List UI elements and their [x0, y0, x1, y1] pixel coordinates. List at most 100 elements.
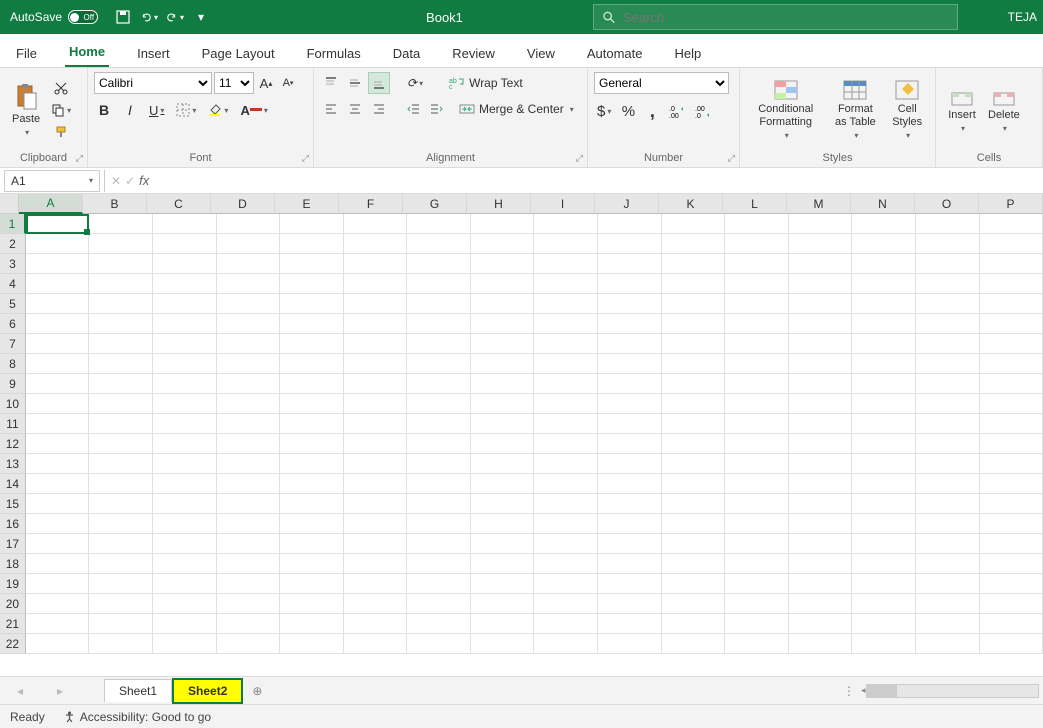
cell[interactable]: [980, 234, 1043, 254]
cell[interactable]: [662, 574, 726, 594]
tab-review[interactable]: Review: [448, 38, 499, 67]
decrease-indent-button[interactable]: [404, 99, 424, 119]
cell[interactable]: [980, 594, 1043, 614]
cell[interactable]: [662, 314, 726, 334]
cell[interactable]: [471, 294, 535, 314]
cell[interactable]: [89, 414, 153, 434]
cell[interactable]: [471, 494, 535, 514]
cell[interactable]: [534, 294, 598, 314]
sheet-nav-prev-icon[interactable]: ◂: [17, 684, 23, 698]
cell[interactable]: [725, 554, 789, 574]
cell[interactable]: [280, 294, 344, 314]
cell[interactable]: [471, 514, 535, 534]
row-header[interactable]: 1: [0, 214, 26, 234]
cell[interactable]: [153, 494, 217, 514]
row-header[interactable]: 18: [0, 554, 26, 574]
cell[interactable]: [89, 214, 153, 234]
cell[interactable]: [916, 494, 980, 514]
cell[interactable]: [26, 554, 90, 574]
cell[interactable]: [217, 414, 281, 434]
cell[interactable]: [217, 254, 281, 274]
increase-indent-button[interactable]: [426, 99, 446, 119]
cell[interactable]: [534, 554, 598, 574]
cell[interactable]: [598, 414, 662, 434]
cell[interactable]: [534, 494, 598, 514]
cell[interactable]: [980, 374, 1043, 394]
cell[interactable]: [980, 454, 1043, 474]
cell[interactable]: [725, 314, 789, 334]
cell[interactable]: [89, 514, 153, 534]
cell[interactable]: [916, 234, 980, 254]
cell[interactable]: [217, 374, 281, 394]
cell[interactable]: [725, 474, 789, 494]
cell[interactable]: [852, 454, 916, 474]
cell[interactable]: [471, 534, 535, 554]
row-header[interactable]: 11: [0, 414, 26, 434]
row-header[interactable]: 9: [0, 374, 26, 394]
row-header[interactable]: 5: [0, 294, 26, 314]
cell[interactable]: [789, 574, 853, 594]
row-header[interactable]: 12: [0, 434, 26, 454]
cell[interactable]: [217, 214, 281, 234]
format-as-table-button[interactable]: Format as Table▾: [825, 77, 885, 143]
cell[interactable]: [344, 514, 408, 534]
cell[interactable]: [662, 514, 726, 534]
cell[interactable]: [471, 634, 535, 654]
cell[interactable]: [471, 234, 535, 254]
cell[interactable]: [662, 434, 726, 454]
cell[interactable]: [153, 434, 217, 454]
cell[interactable]: [217, 234, 281, 254]
cell[interactable]: [217, 494, 281, 514]
cell[interactable]: [26, 454, 90, 474]
cell[interactable]: [217, 534, 281, 554]
horizontal-scrollbar[interactable]: ⋮ ◂: [843, 684, 1043, 698]
cell[interactable]: [662, 494, 726, 514]
cell[interactable]: [471, 374, 535, 394]
cell[interactable]: [598, 334, 662, 354]
row-header[interactable]: 15: [0, 494, 26, 514]
cell[interactable]: [89, 474, 153, 494]
cell[interactable]: [534, 474, 598, 494]
cell[interactable]: [662, 414, 726, 434]
cell[interactable]: [725, 414, 789, 434]
number-format-select[interactable]: General: [594, 72, 729, 94]
cell[interactable]: [217, 274, 281, 294]
cell[interactable]: [789, 314, 853, 334]
cell[interactable]: [598, 554, 662, 574]
cell[interactable]: [534, 314, 598, 334]
cell[interactable]: [916, 374, 980, 394]
cell[interactable]: [89, 594, 153, 614]
cell[interactable]: [89, 354, 153, 374]
column-header[interactable]: D: [211, 194, 275, 214]
cell[interactable]: [789, 494, 853, 514]
cell[interactable]: [89, 554, 153, 574]
cell[interactable]: [26, 634, 90, 654]
cell[interactable]: [407, 494, 471, 514]
align-right-button[interactable]: [368, 98, 390, 120]
cell[interactable]: [916, 514, 980, 534]
cell[interactable]: [789, 334, 853, 354]
delete-cells-button[interactable]: Delete▾: [982, 77, 1026, 143]
cell[interactable]: [407, 594, 471, 614]
cell[interactable]: [280, 254, 344, 274]
cell[interactable]: [789, 434, 853, 454]
customize-qat-icon[interactable]: ▾: [192, 8, 210, 26]
cell[interactable]: [89, 434, 153, 454]
cell[interactable]: [217, 474, 281, 494]
cell[interactable]: [471, 554, 535, 574]
cell[interactable]: [471, 254, 535, 274]
cell[interactable]: [89, 614, 153, 634]
column-header[interactable]: J: [595, 194, 659, 214]
cell-styles-button[interactable]: Cell Styles▾: [885, 77, 929, 143]
cell[interactable]: [916, 294, 980, 314]
row-header[interactable]: 8: [0, 354, 26, 374]
increase-decimal-button[interactable]: .0.00: [666, 102, 688, 122]
cell[interactable]: [980, 514, 1043, 534]
cell[interactable]: [153, 314, 217, 334]
cell[interactable]: [725, 634, 789, 654]
cell[interactable]: [26, 274, 90, 294]
cell[interactable]: [280, 394, 344, 414]
cell[interactable]: [598, 474, 662, 494]
wrap-text-button[interactable]: abcWrap Text: [446, 73, 526, 93]
cell[interactable]: [26, 354, 90, 374]
